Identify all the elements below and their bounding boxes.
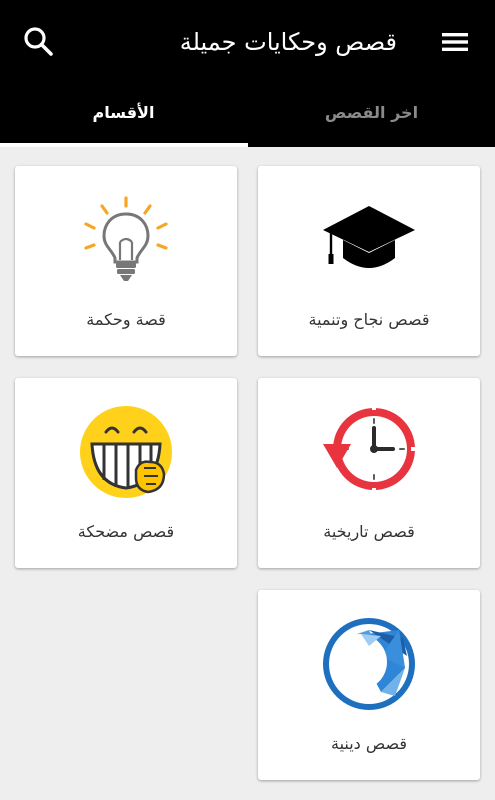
crescent-moon-icon — [323, 618, 415, 710]
lightbulb-icon — [84, 196, 168, 281]
tab-latest-stories[interactable]: اخر القصص — [248, 84, 495, 144]
category-card-funny[interactable]: قصص مضحكة — [15, 378, 237, 568]
graduation-cap-icon — [323, 206, 415, 268]
laughing-emoji-icon — [80, 406, 172, 498]
category-label: قصص دينية — [330, 734, 408, 753]
app-bar: قصص وحكايات جميلة الأقسام اخر القصص — [0, 0, 495, 147]
app-title: قصص وحكايات جميلة — [179, 28, 397, 56]
category-label: قصة وحكمة — [86, 310, 166, 329]
category-card-religious[interactable]: قصص دينية — [258, 590, 480, 780]
category-label: قصص نجاح وتنمية — [308, 310, 430, 329]
category-label: قصص مضحكة — [77, 522, 175, 541]
category-card-wisdom[interactable]: قصة وحكمة — [15, 166, 237, 356]
history-clock-icon — [323, 406, 415, 492]
tab-indicator — [0, 143, 248, 147]
hamburger-menu-icon — [442, 33, 468, 51]
tab-sections[interactable]: الأقسام — [0, 84, 247, 144]
category-label: قصص تاريخية — [323, 522, 415, 541]
category-card-success[interactable]: قصص نجاح وتنمية — [258, 166, 480, 356]
search-button[interactable] — [22, 25, 56, 59]
menu-button[interactable] — [437, 24, 473, 60]
search-icon — [24, 27, 53, 56]
category-card-history[interactable]: قصص تاريخية — [258, 378, 480, 568]
